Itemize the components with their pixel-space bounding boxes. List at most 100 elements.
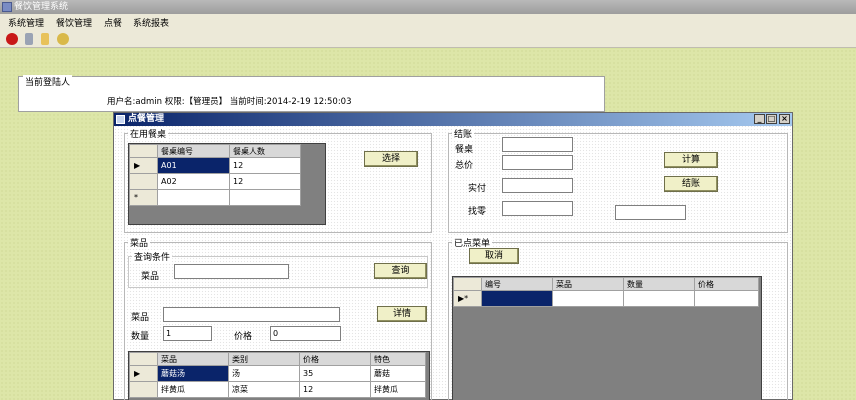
query-dish-label: 菜品 [141,272,160,282]
table-row[interactable]: ▶ 蘑菇汤 汤 35 蘑菇 [129,365,426,382]
table-cell[interactable]: 12 [299,381,371,398]
column-header[interactable]: 类别 [228,352,300,366]
price-field[interactable]: 0 [270,326,341,341]
column-header[interactable]: 数量 [623,277,695,291]
table-cell[interactable]: A02 [157,173,230,190]
column-header[interactable]: 菜品 [157,352,229,366]
quantity-label: 数量 [131,332,150,342]
table-label: 餐桌 [455,145,474,155]
total-label: 总价 [455,161,474,171]
login-panel: 当前登陆人 用户名:admin 权限:【管理员】 当前时间:2014-2-19 … [18,75,605,112]
price-label: 价格 [234,332,253,342]
table-row[interactable]: 拌黄瓜 凉菜 12 拌黄瓜 [129,381,426,398]
table-cell[interactable]: 35 [299,365,371,382]
menu-catering[interactable]: 餐饮管理 [56,16,92,29]
power-icon[interactable] [6,33,18,45]
column-header[interactable]: 编号 [481,277,553,291]
table-cell[interactable]: 拌黄瓜 [157,381,229,398]
in-use-legend: 在用餐桌 [128,127,169,140]
table-cell[interactable]: 汤 [228,365,300,382]
app-title: 餐饮管理系统 [14,2,69,12]
table-cell[interactable]: 拌黄瓜 [370,381,426,398]
column-header[interactable]: 价格 [694,277,759,291]
dish-label: 菜品 [131,313,150,323]
row-header [129,352,158,366]
window-icon [116,115,125,124]
table-cell[interactable] [623,290,695,307]
table-cell[interactable]: A01 [157,157,230,174]
row-header [129,144,158,158]
table-cell[interactable] [694,290,759,307]
table-cell[interactable]: 凉菜 [228,381,300,398]
column-header[interactable]: 特色 [370,352,426,366]
table-cell[interactable]: 12 [229,157,301,174]
table-cell[interactable]: 蘑菇 [370,365,426,382]
dishes-grid[interactable]: 菜品 类别 价格 特色 ▶ 蘑菇汤 汤 35 蘑菇 拌黄瓜 凉菜 12 拌黄瓜 [128,351,430,400]
dishes-legend: 菜品 [128,236,151,249]
close-button[interactable]: × [779,114,790,124]
column-header[interactable]: 价格 [299,352,371,366]
app-titlebar: 餐饮管理系统 [0,0,856,14]
row-marker [129,381,158,398]
ordered-group: 已点菜单 取消 编号 菜品 数量 价格 ▶* [448,236,788,400]
table-row[interactable]: ▶* [453,290,759,307]
app-icon [2,2,12,12]
cancel-button[interactable]: 取消 [469,248,519,264]
maximize-button[interactable]: □ [766,114,777,124]
dishes-group: 菜品 查询条件 菜品 查询 菜品 详情 数量 1 价格 0 菜品 类别 价格 特… [124,236,432,400]
table-row[interactable]: ▶ A01 12 [129,157,301,174]
row-marker: ▶* [453,290,482,307]
menu-bar: 系统管理 餐饮管理 点餐 系统报表 [0,14,856,30]
row-header [453,277,482,291]
query-group: 查询条件 菜品 查询 [128,250,428,288]
dish-field[interactable] [163,307,340,322]
ordered-grid[interactable]: 编号 菜品 数量 价格 ▶* [452,276,762,400]
query-button[interactable]: 查询 [374,263,427,279]
order-window-titlebar[interactable]: 点餐管理 _ □ × [114,113,792,126]
calculate-button[interactable]: 计算 [664,152,718,168]
in-use-grid[interactable]: 餐桌编号 餐桌人数 ▶ A01 12 A02 12 * [128,143,326,225]
column-header[interactable]: 菜品 [552,277,624,291]
table-field[interactable] [502,137,573,152]
document-icon[interactable] [25,33,33,45]
menu-order[interactable]: 点餐 [104,16,122,29]
table-cell[interactable] [157,189,230,206]
table-cell[interactable]: 12 [229,173,301,190]
row-marker [129,173,158,190]
in-use-tables-group: 在用餐桌 餐桌编号 餐桌人数 ▶ A01 12 A02 12 * 选择 [124,127,432,233]
total-field[interactable] [502,155,573,170]
dishes-table: 菜品 类别 价格 特色 ▶ 蘑菇汤 汤 35 蘑菇 拌黄瓜 凉菜 12 拌黄瓜 [129,352,426,398]
login-legend: 当前登陆人 [23,75,73,88]
paid-field[interactable] [502,178,573,193]
toolbar [0,30,856,48]
checkout-button[interactable]: 结账 [664,176,718,192]
column-header[interactable]: 餐桌编号 [157,144,230,158]
row-marker: ▶ [129,365,158,382]
order-window-title: 点餐管理 [128,114,165,124]
table-row[interactable]: * [129,189,301,206]
table-row[interactable]: A02 12 [129,173,301,190]
quantity-field[interactable]: 1 [163,326,212,341]
extra-field[interactable] [615,205,686,220]
column-header[interactable]: 餐桌人数 [229,144,301,158]
query-legend: 查询条件 [132,250,173,263]
query-dish-field[interactable] [174,264,289,279]
bottle-icon[interactable] [41,33,49,45]
checkout-group: 结账 餐桌 总价 实付 找零 计算 结账 [448,127,788,233]
checkout-legend: 结账 [452,127,475,140]
row-marker: * [129,189,158,206]
in-use-table: 餐桌编号 餐桌人数 ▶ A01 12 A02 12 * [129,144,301,206]
order-window: 点餐管理 _ □ × 在用餐桌 餐桌编号 餐桌人数 ▶ A01 12 A02 1… [113,112,793,400]
menu-reports[interactable]: 系统报表 [133,16,169,29]
change-label: 找零 [468,207,487,217]
detail-button[interactable]: 详情 [377,306,427,322]
change-field[interactable] [502,201,573,216]
minimize-button[interactable]: _ [754,114,765,124]
table-cell[interactable]: 蘑菇汤 [157,365,229,382]
select-table-button[interactable]: 选择 [364,151,418,167]
table-cell[interactable] [552,290,624,307]
table-cell[interactable] [481,290,553,307]
table-cell[interactable] [229,189,301,206]
food-icon[interactable] [57,33,69,45]
menu-system[interactable]: 系统管理 [8,16,44,29]
